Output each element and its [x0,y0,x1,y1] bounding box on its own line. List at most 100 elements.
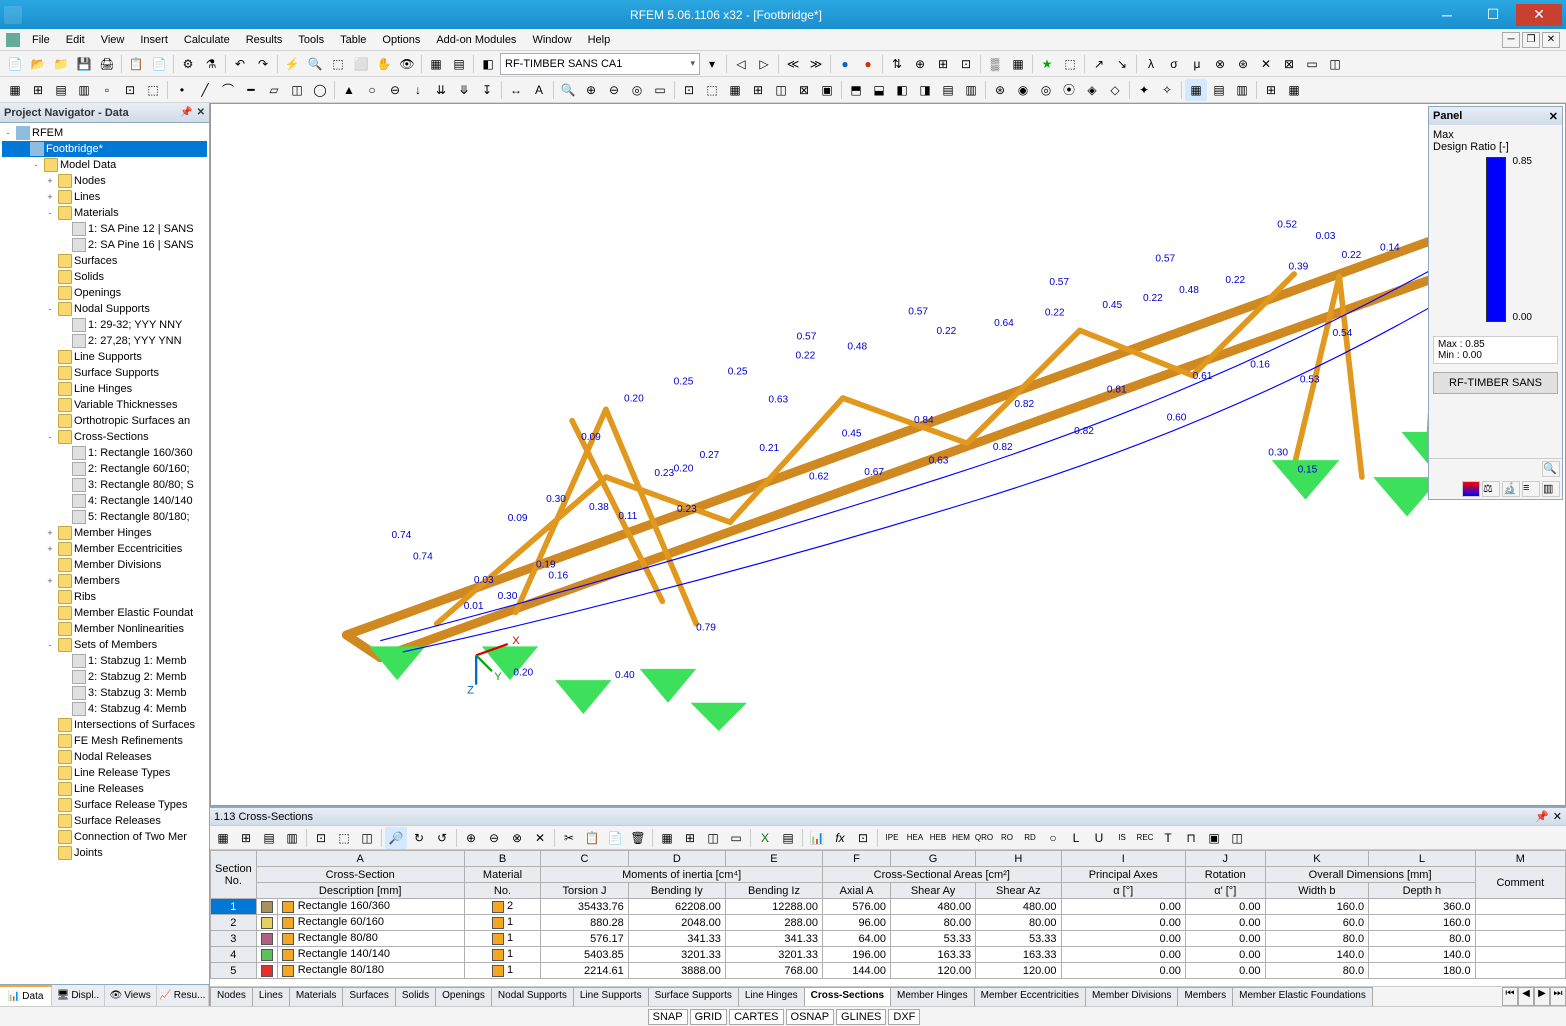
f4-icon[interactable]: ⦿ [1058,79,1080,101]
menu-window[interactable]: Window [524,32,579,48]
b4-icon[interactable]: ▥ [73,79,95,101]
pan-icon[interactable]: ✋ [373,53,395,75]
tt8-icon[interactable]: 🔎 [385,827,407,849]
g1-icon[interactable]: ✦ [1133,79,1155,101]
tree-node[interactable]: Line Release Types [2,765,207,781]
tree-node[interactable]: 1: Rectangle 160/360 [2,445,207,461]
table-tab[interactable]: Solids [395,987,436,1006]
t12-icon[interactable]: σ [1163,53,1185,75]
tt3-icon[interactable]: ▤ [258,827,280,849]
calc-icon[interactable]: ⚙ [177,53,199,75]
menu-help[interactable]: Help [580,32,619,48]
tree-node[interactable]: +Member Hinges [2,525,207,541]
c5-icon[interactable]: ▭ [649,79,671,101]
e4-icon[interactable]: ◨ [914,79,936,101]
tree-node[interactable]: Openings [2,285,207,301]
t17-icon[interactable]: ⊠ [1278,53,1300,75]
t16-icon[interactable]: ✕ [1255,53,1277,75]
h3-icon[interactable]: ▥ [1231,79,1253,101]
tree-node[interactable]: Ribs [2,589,207,605]
paste-icon[interactable]: 📄 [148,53,170,75]
bolt-icon[interactable]: ⚡ [281,53,303,75]
f3-icon[interactable]: ◎ [1035,79,1057,101]
c4-icon[interactable]: ◎ [626,79,648,101]
module-combo[interactable]: RF-TIMBER SANS CA1 [500,53,700,75]
tree-node[interactable]: Surfaces [2,253,207,269]
tt10-icon[interactable]: ↺ [431,827,453,849]
tree-node[interactable]: Surface Release Types [2,797,207,813]
combo-drop-icon[interactable]: ▾ [701,53,723,75]
menu-table[interactable]: Table [332,32,374,48]
tree-node[interactable]: -RFEM [2,125,207,141]
b3-icon[interactable]: ▤ [50,79,72,101]
tt1-icon[interactable]: ▦ [212,827,234,849]
t19-icon[interactable]: ◫ [1324,53,1346,75]
table-tab[interactable]: Line Supports [573,987,649,1006]
tree-node[interactable]: FE Mesh Refinements [2,733,207,749]
status-grid[interactable]: GRID [690,1009,728,1025]
tree-node[interactable]: 1: Stabzug 1: Memb [2,653,207,669]
fx-icon[interactable]: fx [829,827,851,849]
load-icon[interactable]: ↓ [407,79,429,101]
tree-node[interactable]: Orthotropic Surfaces an [2,413,207,429]
h1-icon[interactable]: ▦ [1185,79,1207,101]
d7-icon[interactable]: ▣ [816,79,838,101]
table-tab[interactable]: Members [1177,987,1233,1006]
b5-icon[interactable]: ▫ [96,79,118,101]
table-row[interactable]: 1Rectangle 160/360 235433.7662208.001228… [211,899,1566,915]
calc2-icon[interactable]: ⚗ [200,53,222,75]
tt17-icon[interactable]: 📄 [604,827,626,849]
tt27-icon[interactable]: ⊡ [852,827,874,849]
tree-node[interactable]: 3: Rectangle 80/80; S [2,477,207,493]
status-snap[interactable]: SNAP [648,1009,688,1025]
surface-icon[interactable]: ▱ [263,79,285,101]
unit13-icon[interactable]: T [1157,827,1179,849]
t1-icon[interactable]: ⇅ [886,53,908,75]
tree-node[interactable]: Member Divisions [2,557,207,573]
tt20-icon[interactable]: ⊞ [679,827,701,849]
table-row[interactable]: 5Rectangle 80/180 12214.613888.00768.001… [211,963,1566,979]
arc-icon[interactable]: ⌒ [217,79,239,101]
tree-node[interactable]: Nodal Releases [2,749,207,765]
tt18-icon[interactable]: 🗑 [627,827,649,849]
unit16-icon[interactable]: ◫ [1226,827,1248,849]
unit14-icon[interactable]: ⊓ [1180,827,1202,849]
e5-icon[interactable]: ▤ [937,79,959,101]
nav-prev-icon[interactable]: ◁ [730,53,752,75]
pf2-icon[interactable]: ⚖ [1482,481,1500,497]
excel-icon[interactable]: X [754,827,776,849]
undo-icon[interactable]: ↶ [229,53,251,75]
tt15-icon[interactable]: ✂ [558,827,580,849]
t6-icon[interactable]: ▦ [1007,53,1029,75]
tree-node[interactable]: +Lines [2,189,207,205]
r1-icon[interactable]: ● [834,53,856,75]
tree-node[interactable]: Surface Releases [2,813,207,829]
tree-node[interactable]: Line Supports [2,349,207,365]
menu-options[interactable]: Options [374,32,428,48]
f2-icon[interactable]: ◉ [1012,79,1034,101]
d1-icon[interactable]: ⊡ [678,79,700,101]
tree-node[interactable]: 2: Stabzug 2: Memb [2,669,207,685]
tab-scroll-button[interactable]: ▶ [1534,987,1550,1006]
tt21-icon[interactable]: ◫ [702,827,724,849]
hinge-icon[interactable]: ○ [361,79,383,101]
t11-icon[interactable]: λ [1140,53,1162,75]
unit11-icon[interactable]: IS [1111,827,1133,849]
t18-icon[interactable]: ▭ [1301,53,1323,75]
nav-first-icon[interactable]: ≪ [782,53,804,75]
c1-icon[interactable]: 🔍 [557,79,579,101]
pf1-icon[interactable] [1462,481,1480,497]
cross-sections-table[interactable]: SectionNo.ABCDEFGHIJKLMCross-SectionMate… [210,850,1566,979]
tt9-icon[interactable]: ↻ [408,827,430,849]
tree-node[interactable]: +Members [2,573,207,589]
unit2-icon[interactable]: HEA [904,827,926,849]
tree-node[interactable]: Connection of Two Mer [2,829,207,845]
table-tab[interactable]: Nodal Supports [491,987,574,1006]
table-tab[interactable]: Cross-Sections [804,987,891,1006]
open-icon[interactable]: 📂 [27,53,49,75]
tt12-icon[interactable]: ⊖ [483,827,505,849]
nav-next-icon[interactable]: ▷ [753,53,775,75]
tt6-icon[interactable]: ⬚ [333,827,355,849]
tab-scroll-button[interactable]: ◀ [1518,987,1534,1006]
t14-icon[interactable]: ⊗ [1209,53,1231,75]
